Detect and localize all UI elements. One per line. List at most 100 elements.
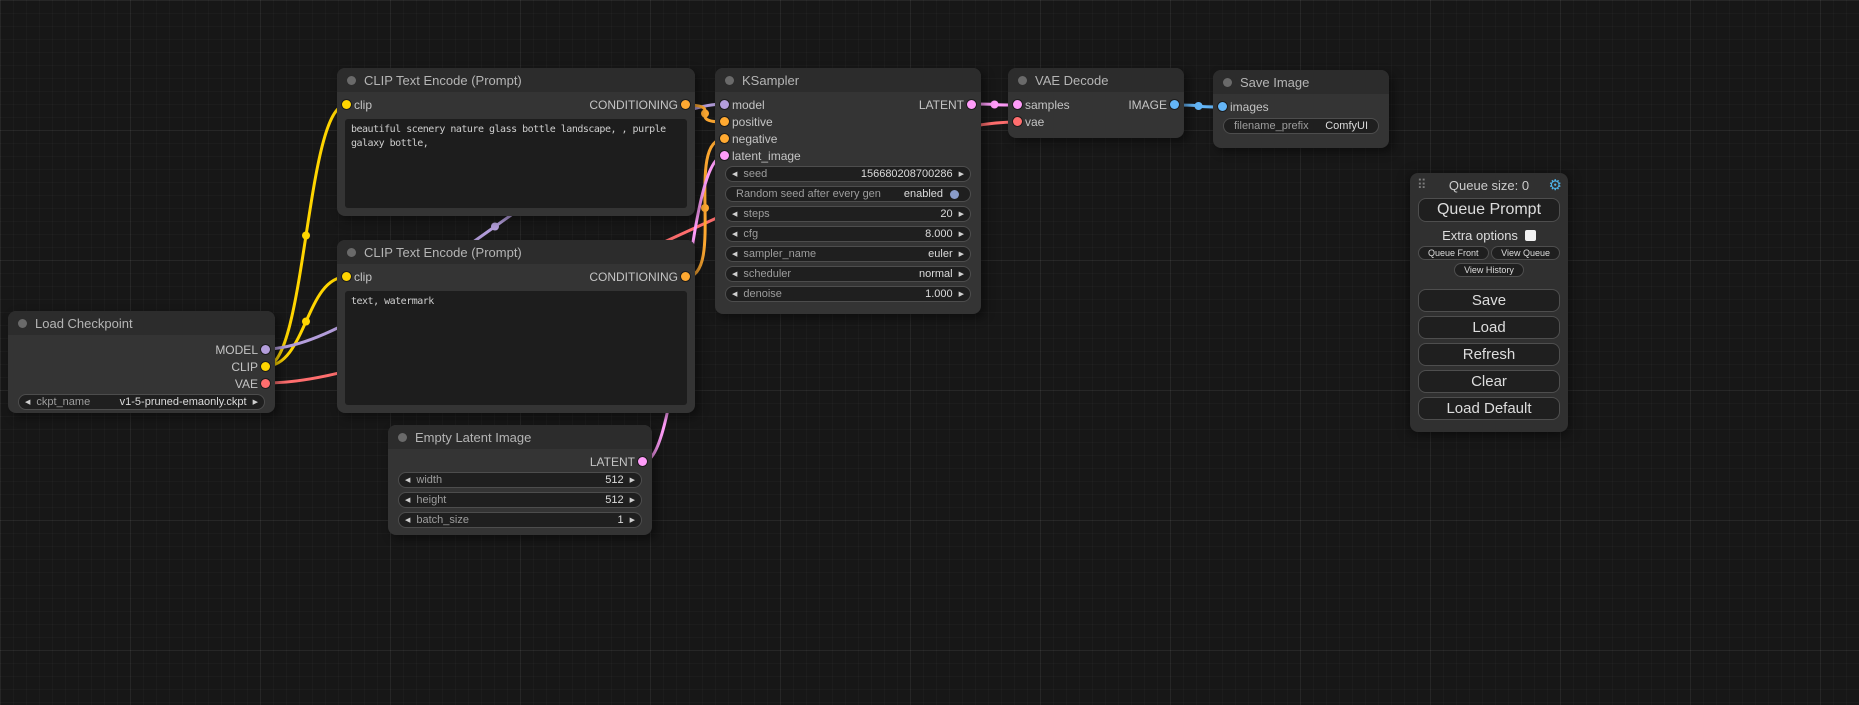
widget-label: seed [743,168,767,180]
widget-height[interactable]: ◀ height 512 ▶ [398,492,642,508]
widget-ckpt-name[interactable]: ◀ ckpt_name v1-5-pruned-emaonly.ckpt ▶ [18,394,265,410]
wire-midpoint-dot [302,232,310,240]
widget-seed[interactable]: ◀ seed 156680208700286 ▶ [725,166,971,182]
widget-label: width [416,474,442,486]
node-load-checkpoint[interactable]: Load Checkpoint MODEL CLIP VAE ◀ ckpt_na… [8,311,275,413]
save-button[interactable]: Save [1418,289,1560,312]
node-title-bar[interactable]: CLIP Text Encode (Prompt) [337,240,695,264]
queue-front-button[interactable]: Queue Front [1418,246,1489,260]
output-label-model: MODEL [215,343,258,357]
input-slot-negative[interactable] [720,134,729,143]
input-slot-positive[interactable] [720,117,729,126]
node-title: KSampler [742,73,799,88]
input-label-images: images [1230,100,1269,114]
refresh-button[interactable]: Refresh [1418,343,1560,366]
collapse-icon[interactable] [347,76,356,85]
widget-scheduler[interactable]: ◀ scheduler normal ▶ [725,266,971,282]
widget-filename-prefix[interactable]: filename_prefix ComfyUI [1223,118,1379,134]
decrement-arrow-icon[interactable]: ◀ [726,210,743,218]
widget-label: steps [743,208,769,220]
collapse-icon[interactable] [18,319,27,328]
collapse-icon[interactable] [725,76,734,85]
widget-batch-size[interactable]: ◀ batch_size 1 ▶ [398,512,642,528]
input-slot-images[interactable] [1218,102,1227,111]
node-title-bar[interactable]: Save Image [1213,70,1389,94]
prompt-textarea[interactable]: beautiful scenery nature glass bottle la… [345,119,687,208]
increment-arrow-icon[interactable]: ▶ [953,230,970,238]
input-slot-samples[interactable] [1013,100,1022,109]
increment-arrow-icon[interactable]: ▶ [953,170,970,178]
queue-size-label: Queue size: 0 [1449,178,1529,193]
increment-arrow-icon[interactable]: ▶ [953,210,970,218]
decrement-arrow-icon[interactable]: ◀ [726,230,743,238]
view-queue-button[interactable]: View Queue [1491,246,1560,260]
output-slot-latent[interactable] [967,100,976,109]
queue-panel: ⠿ Queue size: 0 ⚙ Queue Prompt Extra opt… [1410,173,1568,432]
queue-prompt-button[interactable]: Queue Prompt [1418,198,1560,222]
node-save-image[interactable]: Save Image images filename_prefix ComfyU… [1213,70,1389,148]
increment-arrow-icon[interactable]: ▶ [247,398,264,406]
widget-cfg[interactable]: ◀ cfg 8.000 ▶ [725,226,971,242]
load-default-button[interactable]: Load Default [1418,397,1560,420]
prompt-textarea[interactable]: text, watermark [345,291,687,405]
decrement-arrow-icon[interactable]: ◀ [19,398,36,406]
node-title-bar[interactable]: Load Checkpoint [8,311,275,335]
increment-arrow-icon[interactable]: ▶ [953,270,970,278]
increment-arrow-icon[interactable]: ▶ [953,290,970,298]
decrement-arrow-icon[interactable]: ◀ [399,476,416,484]
increment-arrow-icon[interactable]: ▶ [953,250,970,258]
decrement-arrow-icon[interactable]: ◀ [726,250,743,258]
collapse-icon[interactable] [1223,78,1232,87]
collapse-icon[interactable] [398,433,407,442]
widget-value: 20 [940,208,952,220]
toggle-indicator-icon[interactable] [950,190,959,199]
node-title-bar[interactable]: KSampler [715,68,981,92]
node-title-bar[interactable]: VAE Decode [1008,68,1184,92]
decrement-arrow-icon[interactable]: ◀ [726,270,743,278]
increment-arrow-icon[interactable]: ▶ [624,476,641,484]
widget-value: v1-5-pruned-emaonly.ckpt [120,396,247,408]
output-slot-conditioning[interactable] [681,100,690,109]
node-clip-text-encode-negative[interactable]: CLIP Text Encode (Prompt) clip CONDITION… [337,240,695,413]
load-button[interactable]: Load [1418,316,1560,339]
input-slot-clip[interactable] [342,100,351,109]
input-slot-model[interactable] [720,100,729,109]
node-ksampler[interactable]: KSampler model LATENT positive negative … [715,68,981,314]
decrement-arrow-icon[interactable]: ◀ [726,170,743,178]
drag-handle-icon[interactable]: ⠿ [1417,177,1427,193]
increment-arrow-icon[interactable]: ▶ [624,516,641,524]
widget-sampler-name[interactable]: ◀ sampler_name euler ▶ [725,246,971,262]
view-history-button[interactable]: View History [1454,263,1524,277]
widget-steps[interactable]: ◀ steps 20 ▶ [725,206,971,222]
output-slot-latent[interactable] [638,457,647,466]
node-vae-decode[interactable]: VAE Decode samples IMAGE vae [1008,68,1184,138]
increment-arrow-icon[interactable]: ▶ [624,496,641,504]
input-slot-latent-image[interactable] [720,151,729,160]
input-label-vae: vae [1025,115,1044,129]
output-slot-vae[interactable] [261,379,270,388]
node-clip-text-encode-positive[interactable]: CLIP Text Encode (Prompt) clip CONDITION… [337,68,695,216]
input-slot-vae[interactable] [1013,117,1022,126]
input-slot-clip[interactable] [342,272,351,281]
decrement-arrow-icon[interactable]: ◀ [726,290,743,298]
node-title-bar[interactable]: CLIP Text Encode (Prompt) [337,68,695,92]
widget-width[interactable]: ◀ width 512 ▶ [398,472,642,488]
node-title: Empty Latent Image [415,430,531,445]
decrement-arrow-icon[interactable]: ◀ [399,496,416,504]
output-slot-clip[interactable] [261,362,270,371]
node-empty-latent-image[interactable]: Empty Latent Image LATENT ◀ width 512 ▶ … [388,425,652,535]
extra-options-checkbox[interactable] [1525,230,1536,241]
graph-canvas[interactable]: Load Checkpoint MODEL CLIP VAE ◀ ckpt_na… [0,0,1859,705]
widget-denoise[interactable]: ◀ denoise 1.000 ▶ [725,286,971,302]
node-title-bar[interactable]: Empty Latent Image [388,425,652,449]
output-slot-image[interactable] [1170,100,1179,109]
clear-button[interactable]: Clear [1418,370,1560,393]
output-slot-conditioning[interactable] [681,272,690,281]
settings-gear-icon[interactable]: ⚙ [1549,176,1562,194]
output-slot-model[interactable] [261,345,270,354]
wire-midpoint-dot [701,204,709,212]
decrement-arrow-icon[interactable]: ◀ [399,516,416,524]
collapse-icon[interactable] [1018,76,1027,85]
widget-random-seed-toggle[interactable]: Random seed after every gen enabled [725,186,971,202]
collapse-icon[interactable] [347,248,356,257]
